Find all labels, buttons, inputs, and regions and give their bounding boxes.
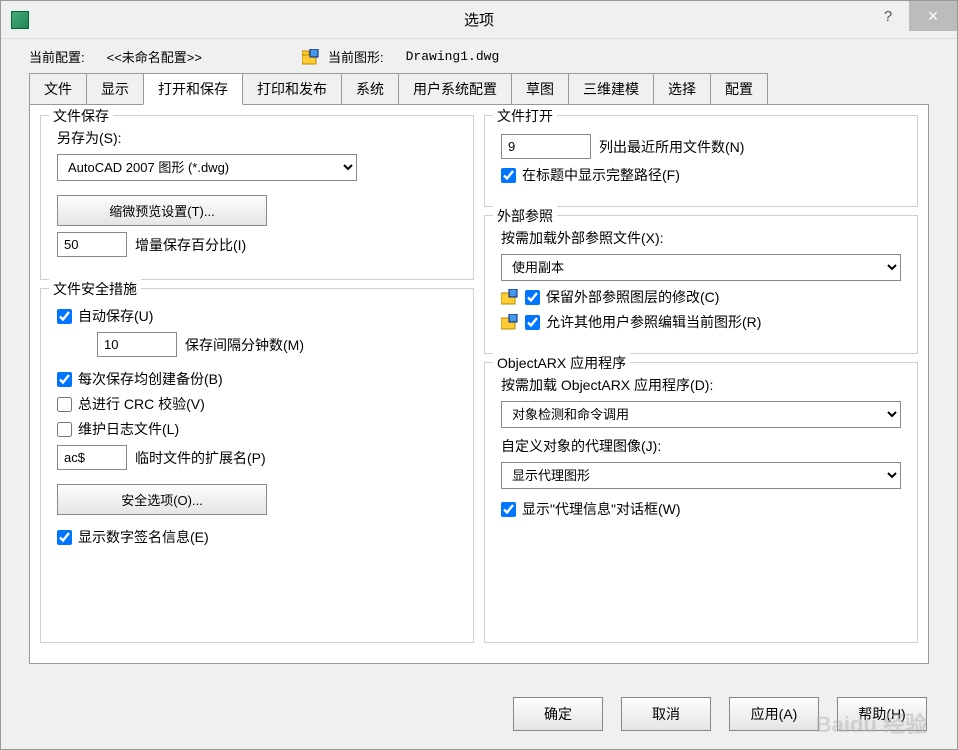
save-as-label: 另存为(S): — [57, 128, 457, 148]
allow-edit-checkbox[interactable] — [525, 315, 540, 330]
signature-label: 显示数字签名信息(E) — [78, 527, 209, 547]
temp-ext-input[interactable] — [57, 445, 127, 470]
tab-3[interactable]: 打印和发布 — [242, 73, 342, 105]
auto-save-checkbox[interactable] — [57, 309, 72, 324]
auto-save-label: 自动保存(U) — [78, 306, 153, 326]
full-path-label: 在标题中显示完整路径(F) — [522, 165, 680, 185]
current-config-value: <<未命名配置>> — [107, 47, 202, 66]
group-title: 文件保存 — [49, 106, 113, 126]
help-button[interactable]: ? — [867, 1, 909, 31]
titlebar: 选项 ? × — [1, 1, 957, 39]
save-as-select[interactable]: AutoCAD 2007 图形 (*.dwg) — [57, 154, 357, 181]
recent-files-label: 列出最近所用文件数(N) — [599, 137, 744, 157]
recent-files-input[interactable] — [501, 134, 591, 159]
arx-load-label: 按需加载 ObjectARX 应用程序(D): — [501, 375, 901, 395]
incremental-save-input[interactable] — [57, 232, 127, 257]
signature-checkbox[interactable] — [57, 530, 72, 545]
header-row: 当前配置: <<未命名配置>> 当前图形: Drawing1.dwg — [1, 39, 957, 72]
create-backup-checkbox[interactable] — [57, 372, 72, 387]
current-drawing-label: 当前图形: — [328, 47, 384, 66]
tab-0[interactable]: 文件 — [29, 73, 87, 105]
left-column: 文件保存 另存为(S): AutoCAD 2007 图形 (*.dwg) 缩微预… — [40, 115, 474, 643]
group-file-save: 文件保存 另存为(S): AutoCAD 2007 图形 (*.dwg) 缩微预… — [40, 115, 474, 280]
window-title: 选项 — [464, 9, 494, 30]
arx-load-select[interactable]: 对象检测和命令调用 — [501, 401, 901, 428]
save-interval-input[interactable] — [97, 332, 177, 357]
temp-ext-label: 临时文件的扩展名(P) — [135, 448, 266, 468]
group-file-open: 文件打开 列出最近所用文件数(N) 在标题中显示完整路径(F) — [484, 115, 918, 207]
retain-xref-checkbox[interactable] — [525, 290, 540, 305]
show-proxy-label: 显示"代理信息"对话框(W) — [522, 499, 680, 519]
right-column: 文件打开 列出最近所用文件数(N) 在标题中显示完整路径(F) 外部参照 按需加… — [484, 115, 918, 643]
allow-edit-label: 允许其他用户参照编辑当前图形(R) — [546, 312, 761, 332]
group-file-safety: 文件安全措施 自动保存(U) 保存间隔分钟数(M) 每次保存均创建备份(B) 总… — [40, 288, 474, 643]
watermark: Baidu 经验 — [816, 707, 927, 739]
group-title: 文件打开 — [493, 106, 557, 126]
proxy-image-select[interactable]: 显示代理图形 — [501, 462, 901, 489]
crc-checkbox[interactable] — [57, 397, 72, 412]
group-title: 文件安全措施 — [49, 279, 141, 299]
options-dialog: 选项 ? × 当前配置: <<未命名配置>> 当前图形: Drawing1.dw… — [0, 0, 958, 750]
xref-load-label: 按需加载外部参照文件(X): — [501, 228, 901, 248]
current-config-label: 当前配置: — [29, 47, 85, 66]
drawing-icon — [302, 49, 320, 65]
current-drawing-value: Drawing1.dwg — [406, 49, 500, 64]
show-proxy-checkbox[interactable] — [501, 502, 516, 517]
close-button[interactable]: × — [909, 1, 957, 31]
group-title: 外部参照 — [493, 206, 557, 226]
full-path-checkbox[interactable] — [501, 168, 516, 183]
drawing-icon — [501, 314, 519, 330]
group-title: ObjectARX 应用程序 — [493, 353, 630, 373]
tab-7[interactable]: 三维建模 — [568, 73, 654, 105]
tab-6[interactable]: 草图 — [511, 73, 569, 105]
group-xref: 外部参照 按需加载外部参照文件(X): 使用副本 保留外部参照图层的修改(C) … — [484, 215, 918, 354]
drawing-icon — [501, 289, 519, 305]
titlebar-buttons: ? × — [867, 1, 957, 31]
tab-8[interactable]: 选择 — [653, 73, 711, 105]
logfile-checkbox[interactable] — [57, 422, 72, 437]
ok-button[interactable]: 确定 — [513, 697, 603, 731]
save-interval-label: 保存间隔分钟数(M) — [185, 335, 304, 355]
tab-4[interactable]: 系统 — [341, 73, 399, 105]
apply-button[interactable]: 应用(A) — [729, 697, 819, 731]
cancel-button[interactable]: 取消 — [621, 697, 711, 731]
logfile-label: 维护日志文件(L) — [78, 419, 179, 439]
retain-xref-label: 保留外部参照图层的修改(C) — [546, 287, 719, 307]
thumbnail-settings-button[interactable]: 缩微预览设置(T)... — [57, 195, 267, 226]
group-objectarx: ObjectARX 应用程序 按需加载 ObjectARX 应用程序(D): 对… — [484, 362, 918, 643]
tab-content: 文件保存 另存为(S): AutoCAD 2007 图形 (*.dwg) 缩微预… — [29, 104, 929, 664]
tab-2[interactable]: 打开和保存 — [143, 73, 243, 105]
tab-9[interactable]: 配置 — [710, 73, 768, 105]
tab-5[interactable]: 用户系统配置 — [398, 73, 512, 105]
tab-1[interactable]: 显示 — [86, 73, 144, 105]
crc-label: 总进行 CRC 校验(V) — [78, 394, 205, 414]
incremental-save-label: 增量保存百分比(I) — [135, 235, 246, 255]
security-options-button[interactable]: 安全选项(O)... — [57, 484, 267, 515]
tab-strip: 文件显示打开和保存打印和发布系统用户系统配置草图三维建模选择配置 — [1, 72, 957, 104]
proxy-image-label: 自定义对象的代理图像(J): — [501, 436, 901, 456]
app-icon — [11, 11, 29, 29]
create-backup-label: 每次保存均创建备份(B) — [78, 369, 223, 389]
xref-load-select[interactable]: 使用副本 — [501, 254, 901, 281]
